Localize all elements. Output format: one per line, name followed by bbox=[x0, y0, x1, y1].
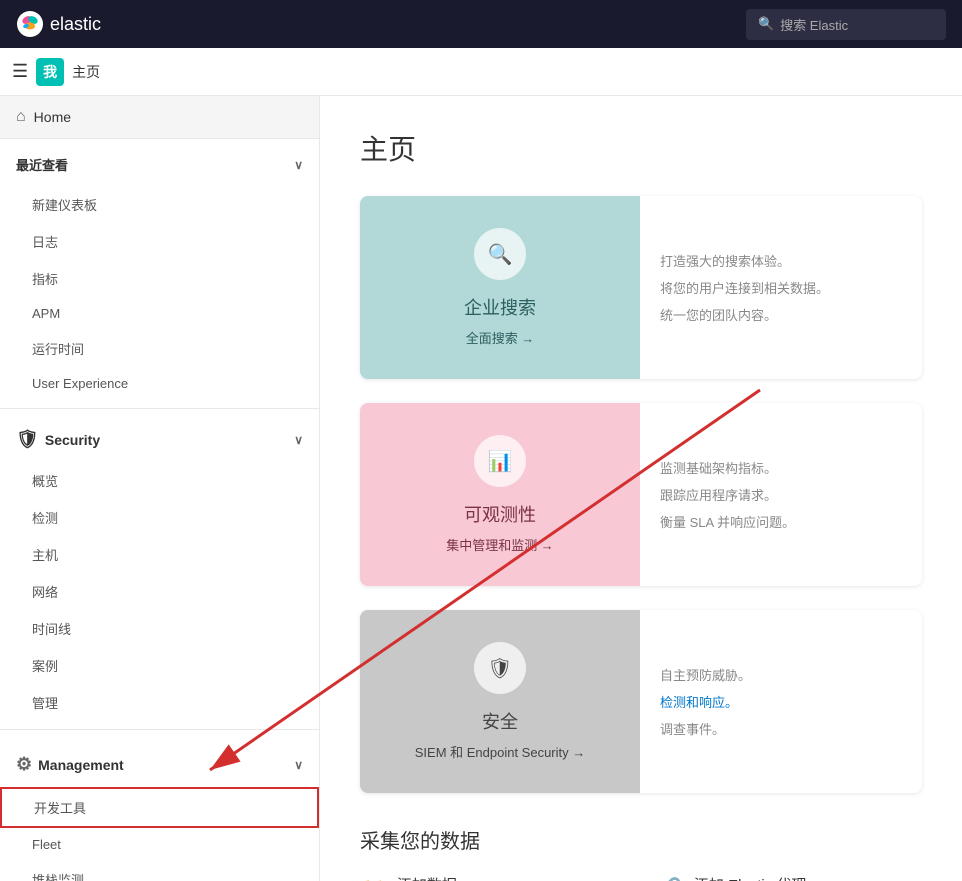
sidebar-item-overview[interactable]: 概览 bbox=[0, 462, 319, 499]
layout: ⌂ Home 最近查看 ∨ 新建仪表板 日志 指标 APM 运行时间 User … bbox=[0, 96, 962, 881]
enterprise-search-link[interactable]: 全面搜索 → bbox=[466, 328, 535, 347]
cards-row-3: 🛡 安全 SIEM 和 Endpoint Security → 自主预防威胁。 … bbox=[360, 610, 922, 793]
home-icon: ⌂ bbox=[16, 108, 26, 126]
enterprise-search-icon: 🔍 bbox=[488, 242, 513, 267]
search-icon: 🔍 bbox=[758, 16, 774, 32]
sidebar-item-management[interactable]: 管理 bbox=[0, 684, 319, 721]
enterprise-search-icon-circle: 🔍 bbox=[474, 228, 526, 280]
management-section: ⚙ Management ∨ 开发工具 Fleet 堆栈监测 Stack Man… bbox=[0, 734, 319, 881]
sidebar-item-dev-tools[interactable]: 开发工具 bbox=[0, 787, 319, 828]
security-section: 🛡 Security ∨ 概览 检测 主机 网络 时间线 案例 管理 bbox=[0, 413, 319, 725]
navbar: ☰ 我 主页 bbox=[0, 48, 962, 96]
sidebar-item-uptime[interactable]: 运行时间 bbox=[0, 330, 319, 367]
card-observability-left: 📊 可观测性 集中管理和监测 → bbox=[360, 403, 640, 586]
observability-desc2: 跟踪应用程序请求。 bbox=[660, 485, 902, 504]
enterprise-search-desc1: 打造强大的搜索体验。 bbox=[660, 251, 902, 270]
management-label: Management bbox=[38, 757, 124, 773]
management-section-header[interactable]: ⚙ Management ∨ bbox=[0, 742, 319, 787]
topbar: elastic 🔍 搜索 Elastic bbox=[0, 0, 962, 48]
security-shield-icon: 🛡 bbox=[16, 429, 39, 450]
enterprise-search-desc2: 将您的用户连接到相关数据。 bbox=[660, 278, 902, 297]
collect-card-add-data-content: 添加数据 从热门应用和服务中采集数据。 bbox=[397, 874, 565, 881]
sidebar-item-user-experience[interactable]: User Experience bbox=[0, 367, 319, 400]
security-card-title: 安全 bbox=[482, 708, 518, 734]
observability-title: 可观测性 bbox=[464, 501, 536, 527]
collect-section: 采集您的数据 📁 添加数据 从热门应用和服务中采集数据。 🔗 添加 Elasti… bbox=[360, 825, 922, 881]
recent-header[interactable]: 最近查看 ∨ bbox=[0, 143, 319, 186]
card-enterprise-search-right: 打造强大的搜索体验。 将您的用户连接到相关数据。 统一您的团队内容。 bbox=[640, 196, 922, 379]
card-observability[interactable]: 📊 可观测性 集中管理和监测 → 监测基础架构指标。 跟踪应用程序请求。 衡量 … bbox=[360, 403, 922, 586]
observability-desc3: 衡量 SLA 并响应问题。 bbox=[660, 512, 902, 531]
card-enterprise-search-left: 🔍 企业搜索 全面搜索 → bbox=[360, 196, 640, 379]
sidebar-item-stack-monitor[interactable]: 堆栈监测 bbox=[0, 861, 319, 881]
recent-chevron-icon: ∨ bbox=[294, 158, 303, 172]
add-data-title: 添加数据 bbox=[397, 874, 565, 881]
card-security[interactable]: 🛡 安全 SIEM 和 Endpoint Security → 自主预防威胁。 … bbox=[360, 610, 922, 793]
management-section-header-left: ⚙ Management bbox=[16, 754, 124, 775]
collect-card-add-agent: 🔗 添加 Elastic 代理 添加并管理您所有的 E... bbox=[657, 874, 922, 881]
security-desc2[interactable]: 检测和响应。 bbox=[660, 692, 902, 711]
search-bar[interactable]: 🔍 搜索 Elastic bbox=[746, 9, 946, 40]
card-enterprise-search[interactable]: 🔍 企业搜索 全面搜索 → 打造强大的搜索体验。 将您的用户连接到相关数据。 统… bbox=[360, 196, 922, 379]
enterprise-search-desc3: 统一您的团队内容。 bbox=[660, 305, 902, 324]
sidebar-item-metrics[interactable]: 指标 bbox=[0, 260, 319, 297]
add-data-icon: 📁 bbox=[360, 876, 385, 881]
observability-link[interactable]: 集中管理和监测 → bbox=[446, 535, 554, 554]
add-agent-title: 添加 Elastic 代理 bbox=[694, 874, 823, 881]
card-observability-right: 监测基础架构指标。 跟踪应用程序请求。 衡量 SLA 并响应问题。 bbox=[640, 403, 922, 586]
card-security-left: 🛡 安全 SIEM 和 Endpoint Security → bbox=[360, 610, 640, 793]
security-label: Security bbox=[45, 432, 100, 448]
security-card-icon: 🛡 bbox=[487, 656, 512, 681]
sidebar-item-fleet[interactable]: Fleet bbox=[0, 828, 319, 861]
collect-card-add-agent-content: 添加 Elastic 代理 添加并管理您所有的 E... bbox=[694, 874, 823, 881]
sidebar-item-hosts[interactable]: 主机 bbox=[0, 536, 319, 573]
sidebar-item-logs[interactable]: 日志 bbox=[0, 223, 319, 260]
sidebar-item-apm[interactable]: APM bbox=[0, 297, 319, 330]
sidebar: ⌂ Home 最近查看 ∨ 新建仪表板 日志 指标 APM 运行时间 User … bbox=[0, 96, 320, 881]
security-icon-circle: 🛡 bbox=[474, 642, 526, 694]
card-security-right: 自主预防威胁。 检测和响应。 调查事件。 bbox=[640, 610, 922, 793]
sidebar-item-timeline[interactable]: 时间线 bbox=[0, 610, 319, 647]
collect-cards: 📁 添加数据 从热门应用和服务中采集数据。 🔗 添加 Elastic 代理 添加… bbox=[360, 874, 922, 881]
cards-row-1: 🔍 企业搜索 全面搜索 → 打造强大的搜索体验。 将您的用户连接到相关数据。 统… bbox=[360, 196, 922, 379]
cards-row-2: 📊 可观测性 集中管理和监测 → 监测基础架构指标。 跟踪应用程序请求。 衡量 … bbox=[360, 403, 922, 586]
sidebar-item-home[interactable]: ⌂ Home bbox=[0, 96, 319, 139]
sidebar-item-new-dashboard[interactable]: 新建仪表板 bbox=[0, 186, 319, 223]
elastic-label: elastic bbox=[50, 14, 101, 35]
solution-cards: 🔍 企业搜索 全面搜索 → 打造强大的搜索体验。 将您的用户连接到相关数据。 统… bbox=[360, 196, 922, 793]
security-card-link[interactable]: SIEM 和 Endpoint Security → bbox=[415, 742, 586, 761]
observability-icon: 📊 bbox=[488, 449, 513, 474]
main-content: 主页 🔍 企业搜索 全面搜索 → 打造强大的搜索体验。 bbox=[320, 96, 962, 881]
user-badge[interactable]: 我 bbox=[36, 58, 64, 86]
security-section-header[interactable]: 🛡 Security ∨ bbox=[0, 417, 319, 462]
add-agent-icon: 🔗 bbox=[657, 876, 682, 881]
home-label: Home bbox=[34, 109, 71, 125]
gear-icon: ⚙ bbox=[16, 754, 32, 775]
search-placeholder: 搜索 Elastic bbox=[780, 15, 848, 34]
recent-label: 最近查看 bbox=[16, 155, 68, 174]
observability-desc1: 监测基础架构指标。 bbox=[660, 458, 902, 477]
sidebar-item-network[interactable]: 网络 bbox=[0, 573, 319, 610]
recent-section: 最近查看 ∨ 新建仪表板 日志 指标 APM 运行时间 User Experie… bbox=[0, 139, 319, 404]
elastic-logo: elastic bbox=[16, 10, 101, 38]
enterprise-search-title: 企业搜索 bbox=[464, 294, 536, 320]
security-chevron-icon: ∨ bbox=[294, 433, 303, 447]
page-title: 主页 bbox=[360, 128, 922, 168]
elastic-logo-icon bbox=[16, 10, 44, 38]
security-desc3: 调查事件。 bbox=[660, 719, 902, 738]
observability-icon-circle: 📊 bbox=[474, 435, 526, 487]
sidebar-item-cases[interactable]: 案例 bbox=[0, 647, 319, 684]
hamburger-menu[interactable]: ☰ bbox=[12, 61, 28, 82]
management-chevron-icon: ∨ bbox=[294, 758, 303, 772]
security-desc1: 自主预防威胁。 bbox=[660, 665, 902, 684]
breadcrumb: 主页 bbox=[72, 62, 100, 82]
collect-title: 采集您的数据 bbox=[360, 825, 922, 854]
security-section-header-left: 🛡 Security bbox=[16, 429, 100, 450]
collect-card-add-data: 📁 添加数据 从热门应用和服务中采集数据。 bbox=[360, 874, 625, 881]
topbar-left: elastic bbox=[16, 10, 101, 38]
sidebar-item-detect[interactable]: 检测 bbox=[0, 499, 319, 536]
